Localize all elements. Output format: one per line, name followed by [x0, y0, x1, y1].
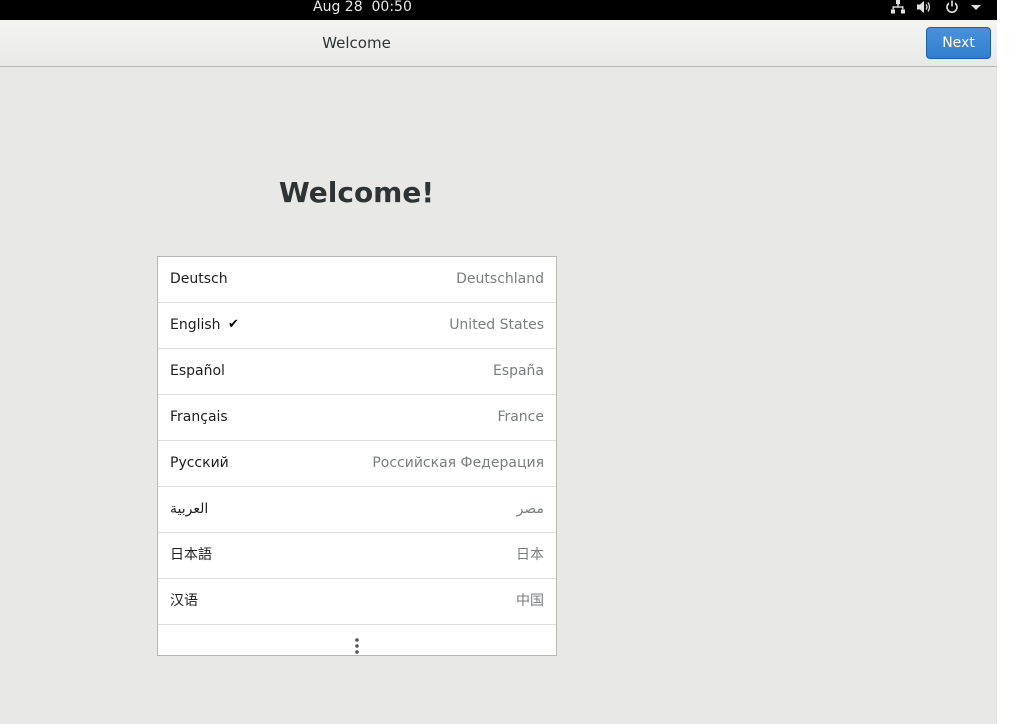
header-bar: Welcome Next [0, 20, 997, 67]
list-item-espanol[interactable]: Español España [158, 349, 556, 395]
list-item-japanese[interactable]: 日本語 日本 [158, 533, 556, 579]
language-name: 日本語 [170, 547, 212, 563]
welcome-heading: Welcome! [278, 176, 435, 209]
main-content: Welcome! Deutsch Deutschland English ✔ U… [0, 67, 997, 724]
language-name: 汉语 [170, 593, 198, 609]
list-item-francais[interactable]: Français France [158, 395, 556, 441]
system-tray[interactable] [891, 0, 981, 14]
language-list[interactable]: Deutsch Deutschland English ✔ United Sta… [157, 256, 557, 656]
list-item-deutsch[interactable]: Deutsch Deutschland [158, 257, 556, 303]
language-name: Español [170, 363, 225, 379]
window-edge [997, 0, 1013, 724]
check-icon: ✔ [228, 317, 239, 332]
next-button[interactable]: Next [926, 27, 991, 59]
system-top-bar: Aug 28 00:50 [0, 0, 997, 20]
chevron-down-icon [971, 5, 981, 10]
list-item-chinese[interactable]: 汉语 中国 [158, 579, 556, 625]
list-item-arabic[interactable]: العربية مصر [158, 487, 556, 533]
language-region: Deutschland [456, 271, 544, 287]
language-name: Deutsch [170, 271, 228, 287]
language-region: España [492, 363, 544, 379]
clock[interactable]: Aug 28 00:50 [313, 0, 412, 14]
page-title: Welcome [322, 34, 391, 52]
language-name: العربية [170, 501, 209, 517]
language-region: 中国 [516, 593, 544, 609]
language-name: Русский [170, 455, 229, 471]
language-region: 日本 [516, 547, 544, 563]
language-region: France [497, 409, 544, 425]
list-item-english[interactable]: English ✔ United States [158, 303, 556, 349]
list-item-russian[interactable]: Русский Российская Федерация [158, 441, 556, 487]
more-vertical-icon [355, 638, 359, 654]
language-region: United States [449, 317, 544, 333]
language-region: Российская Федерация [372, 455, 544, 471]
network-icon [891, 0, 905, 14]
volume-icon [917, 1, 931, 13]
power-icon [946, 0, 958, 13]
more-languages-button[interactable] [158, 625, 556, 665]
language-name: English [170, 317, 221, 333]
language-name: Français [170, 409, 228, 425]
language-region: مصر [516, 501, 544, 517]
